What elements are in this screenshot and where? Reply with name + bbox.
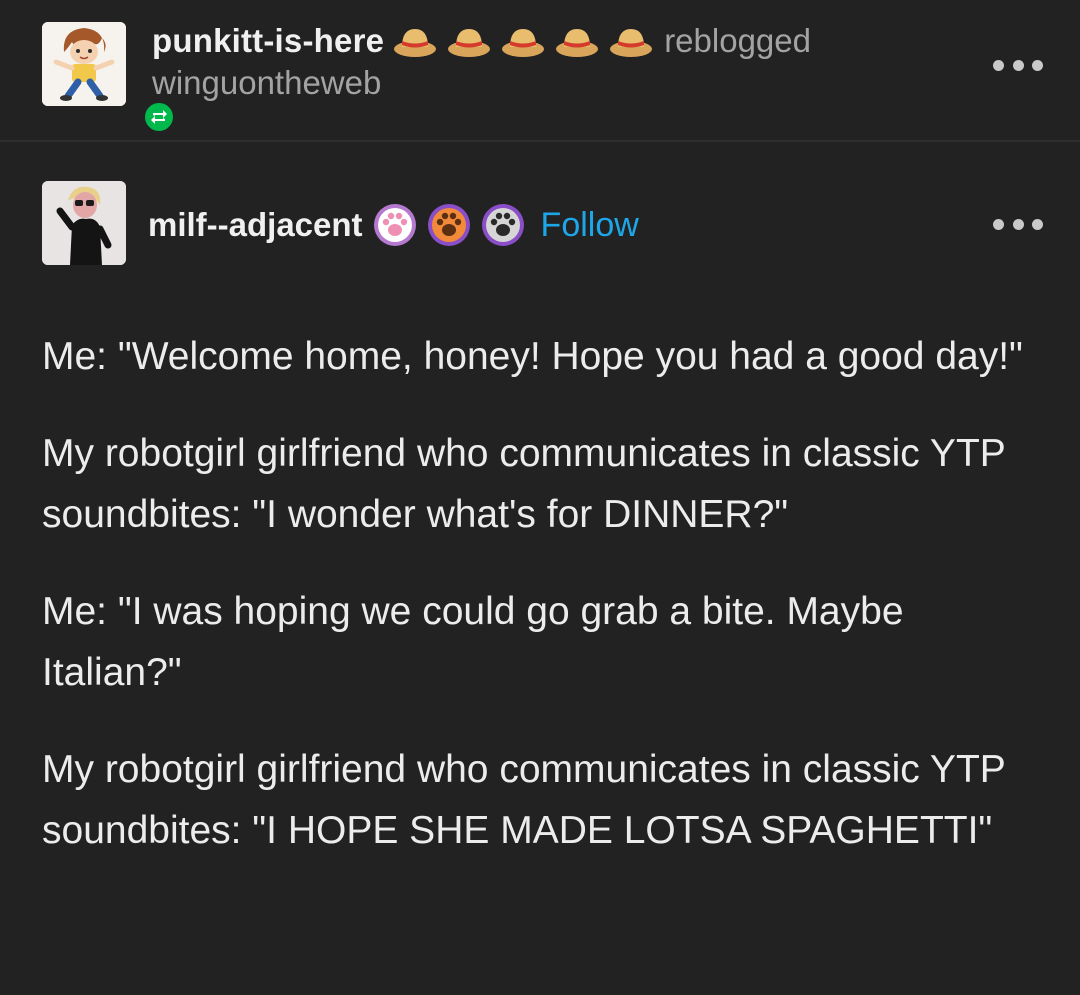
- post-paragraph: Me: "Welcome home, honey! Hope you had a…: [42, 335, 1023, 378]
- reblogger-avatar[interactable]: [42, 22, 176, 134]
- post-paragraph: Me: "I was hoping we could go grab a bit…: [42, 590, 904, 694]
- author-avatar-image: [42, 181, 126, 265]
- straw-hat-icon[interactable]: [500, 21, 546, 61]
- post-header: milf--adjacent Follow: [148, 200, 639, 250]
- reblogger-avatar-image: [42, 22, 126, 106]
- post-paragraph: My robotgirl girlfriend who communicates…: [42, 432, 1006, 536]
- reblog-attribution: punkitt-is-here reblogged: [152, 18, 811, 64]
- follow-button[interactable]: Follow: [541, 206, 639, 245]
- straw-hat-icon[interactable]: [554, 21, 600, 61]
- post-body: Me: "Welcome home, honey! Hope you had a…: [42, 326, 1047, 897]
- reblog-header: punkitt-is-here reblogged winguontheweb: [0, 0, 1080, 142]
- reblog-action-label: reblogged: [664, 22, 811, 59]
- author-avatar[interactable]: [42, 181, 126, 265]
- reblog-source-name[interactable]: winguontheweb: [152, 64, 381, 102]
- straw-hat-icon[interactable]: [446, 21, 492, 61]
- paw-badge-pink-icon[interactable]: [373, 203, 417, 247]
- post-paragraph: My robotgirl girlfriend who communicates…: [42, 748, 1006, 852]
- straw-hat-icon[interactable]: [392, 21, 438, 61]
- reblog-icon: [142, 100, 176, 134]
- straw-hat-icon[interactable]: [608, 21, 654, 61]
- paw-badge-orange-icon[interactable]: [427, 203, 471, 247]
- reblog-more-options-icon[interactable]: [993, 53, 1043, 77]
- author-name[interactable]: milf--adjacent: [148, 206, 363, 244]
- reblogger-badges: [392, 21, 662, 61]
- reblogger-name[interactable]: punkitt-is-here: [152, 22, 384, 60]
- post-more-options-icon[interactable]: [993, 212, 1043, 236]
- paw-badge-gray-icon[interactable]: [481, 203, 525, 247]
